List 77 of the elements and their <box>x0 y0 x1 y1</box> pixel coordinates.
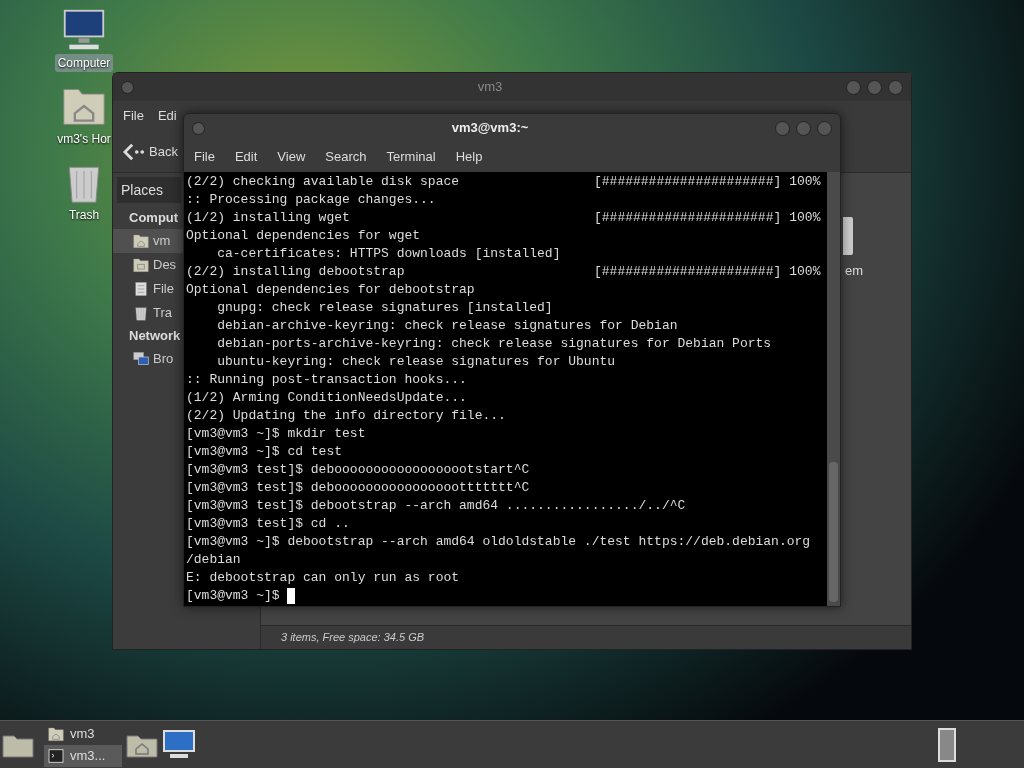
menu-item[interactable]: Edi <box>157 106 177 126</box>
computer-icon[interactable] <box>162 728 196 761</box>
terminal-line: [vm3@vm3 test]$ cd .. <box>186 515 350 533</box>
close-button[interactable] <box>888 79 903 95</box>
window-title: vm3 <box>476 78 504 97</box>
terminal-line: :: Running post-transaction hooks... <box>186 371 467 389</box>
percent-text: 100% <box>789 173 821 191</box>
network-icon <box>133 351 149 367</box>
terminal-line: [vm3@vm3 ~]$ cd test <box>186 443 343 461</box>
menu-item[interactable]: Terminal <box>386 147 436 167</box>
minimize-button[interactable] <box>775 120 790 136</box>
file-label: em <box>845 262 864 280</box>
window-title: vm3@vm3:~ <box>450 119 530 138</box>
terminal-line: [vm3@vm3 test]$ deboooooooooooooooottttttt^C <box>186 479 530 497</box>
sidebar-item[interactable]: Tra <box>113 301 183 325</box>
terminal-line: ca-certificates: HTTPS downloads [installed] <box>216 245 561 263</box>
desktop-icon-label[interactable]: vm3's Hor <box>57 130 111 148</box>
sidebar-item[interactable]: Bro <box>113 347 183 371</box>
close-button[interactable] <box>817 120 832 136</box>
progress-bar-text: [######################] <box>594 209 782 227</box>
maximize-button[interactable] <box>867 79 882 95</box>
terminal-line: :: Processing package changes... <box>186 191 436 209</box>
desktop-icon-label[interactable]: Computer <box>54 54 114 72</box>
sidebar-item[interactable]: Des <box>113 253 183 277</box>
home-folder-icon <box>133 233 149 249</box>
terminal-line: [vm3@vm3 ~]$ <box>186 587 281 605</box>
window-button-icon[interactable] <box>192 121 205 135</box>
terminal-line: (2/2) Updating the info directory file... <box>186 407 506 425</box>
status-text: 3 items, Free space: 34.5 GB <box>281 630 425 646</box>
window-button-icon[interactable] <box>121 80 134 94</box>
terminal-line: gnupg: check release signatures [installed] <box>216 299 553 317</box>
terminal-line: Optional dependencies for wget <box>186 227 421 245</box>
desktop-folder-icon <box>133 257 149 273</box>
terminal-line: (2/2) installing debootstrap <box>186 263 406 281</box>
sidebar-heading: Comput <box>129 209 179 227</box>
terminal-line: ubuntu-keyring: check release signatures for Ubuntu <box>216 353 616 371</box>
home-folder-icon <box>48 725 64 742</box>
back-arrow-icon[interactable] <box>123 141 145 162</box>
terminal-line: E: debootstrap can only run as root <box>186 569 460 587</box>
sidebar-item[interactable]: File <box>113 277 183 301</box>
terminal-line: Optional dependencies for debootstrap <box>186 281 475 299</box>
sidebar-heading: Network <box>129 327 181 345</box>
terminal-icon <box>48 747 64 764</box>
terminal-line: (1/2) Arming ConditionNeedsUpdate... <box>186 389 467 407</box>
sidebar-item[interactable]: vm <box>113 229 183 253</box>
taskbar-window-button[interactable]: vm3 <box>44 722 122 745</box>
desktop-icon-label[interactable]: Trash <box>68 206 100 224</box>
terminal-line: [vm3@vm3 ~]$ debootstrap --arch amd64 oldoldstable ./test https://deb.debian.org <box>186 533 811 551</box>
progress-bar-text: [######################] <box>594 263 782 281</box>
terminal-line: /debian <box>186 551 241 569</box>
back-button[interactable]: Back <box>149 141 178 162</box>
menu-item[interactable]: File <box>194 147 215 167</box>
progress-bar-text: [######################] <box>594 173 782 191</box>
terminal-line: debian-ports-archive-keyring: check release signatures for Debian Ports <box>216 335 772 353</box>
document-icon <box>133 281 149 297</box>
places-tab[interactable]: Places <box>117 177 181 203</box>
terminal-line: [vm3@vm3 test]$ debootstrap --arch amd64 ................./../^C <box>186 497 686 515</box>
menu-item[interactable]: View <box>277 147 306 167</box>
minimize-button[interactable] <box>846 79 861 95</box>
computer-icon[interactable] <box>62 8 106 52</box>
maximize-button[interactable] <box>796 120 811 136</box>
menu-item[interactable]: Help <box>455 147 483 167</box>
percent-text: 100% <box>789 209 821 227</box>
taskbar-window-button[interactable]: vm3... <box>44 744 122 767</box>
file-icon <box>843 217 853 255</box>
terminal-line: [vm3@vm3 ~]$ mkdir test <box>186 425 366 443</box>
menu-item[interactable]: File <box>123 106 144 126</box>
menu-item[interactable]: Edit <box>234 147 258 167</box>
workspace-switcher[interactable] <box>938 727 956 762</box>
terminal-line: [vm3@vm3 test]$ deboooooooooooooooootstart^C <box>186 461 530 479</box>
terminal-line: debian-archive-keyring: check release signatures for Debian <box>216 317 678 335</box>
scrollbar[interactable] <box>827 172 840 606</box>
terminal-line: (1/2) installing wget <box>186 209 351 227</box>
percent-text: 100% <box>789 263 821 281</box>
menu-item[interactable]: Search <box>325 147 367 167</box>
trash-icon <box>133 305 149 321</box>
terminal-line: (2/2) checking available disk space <box>186 173 461 191</box>
